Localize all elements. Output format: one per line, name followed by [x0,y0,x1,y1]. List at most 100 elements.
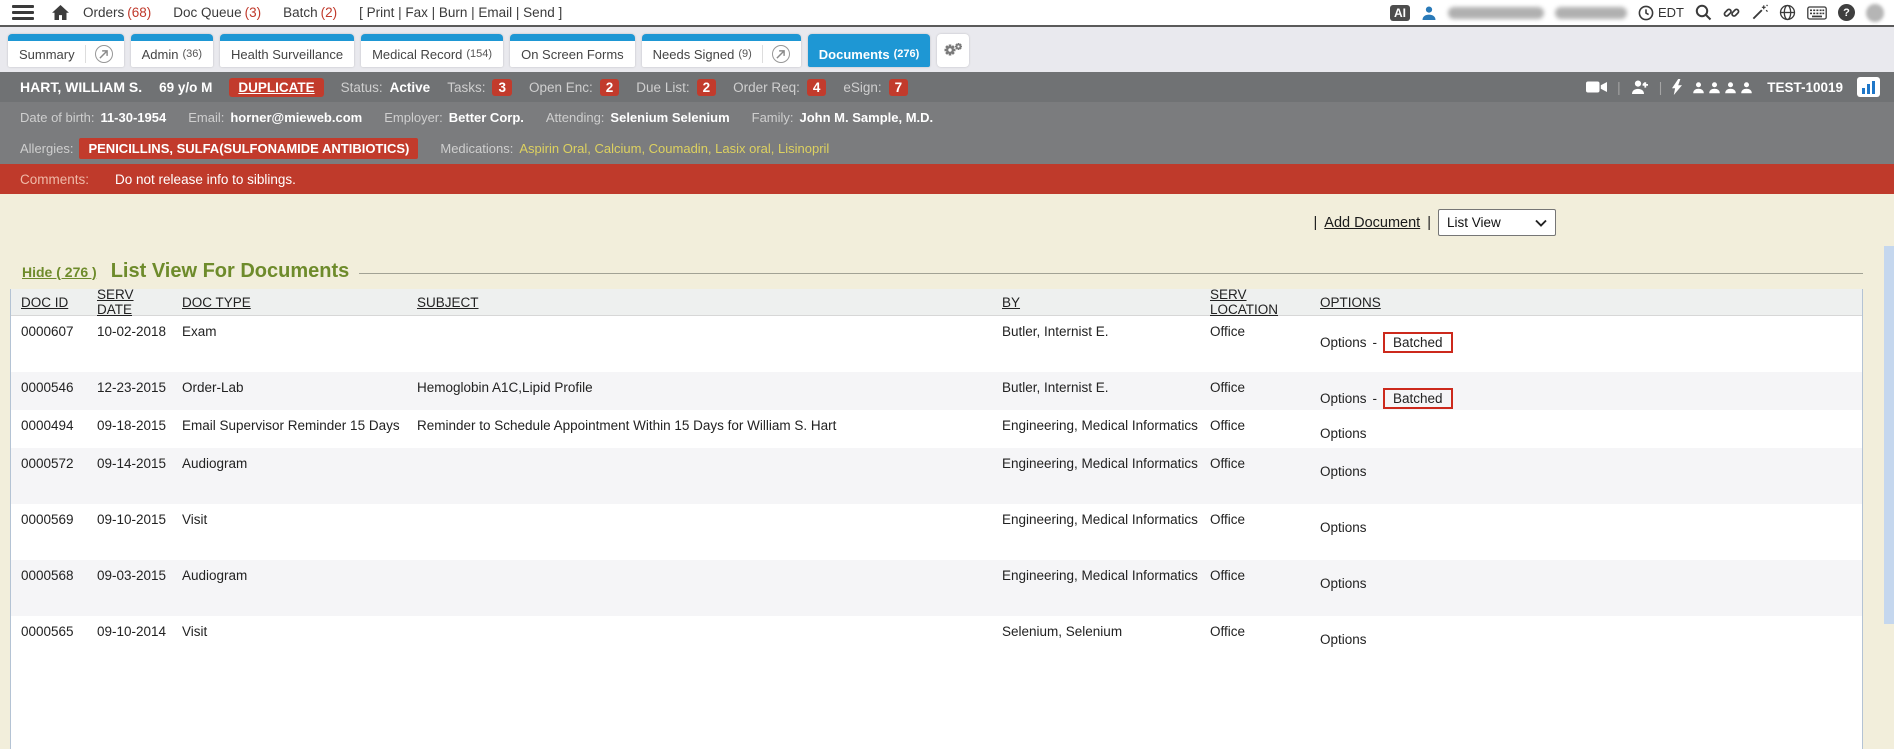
by-cell: Selenium, Selenium [996,616,1204,749]
options-cell: Options [1314,504,1862,560]
col-doc-type[interactable]: DOC TYPE [176,295,411,310]
list-heading: Hide ( 276 ) List View For Documents [22,260,1863,283]
serv-date-cell: 09-10-2014 [91,616,176,749]
demographics-row: Date of birth:11-30-1954 Email:horner@mi… [0,102,1894,133]
serv-date-cell: 09-03-2015 [91,560,176,616]
serv-date-cell: 12-23-2015 [91,372,176,410]
tab-health-surveillance[interactable]: Health Surveillance [220,34,354,67]
search-icon[interactable] [1695,4,1712,21]
doc-id-cell[interactable]: 0000572 [11,448,91,504]
popout-icon[interactable] [95,45,113,63]
esign-count-badge[interactable]: 7 [889,79,909,96]
add-person-icon[interactable] [1631,79,1649,95]
options-link[interactable]: Options [1320,464,1367,479]
col-options[interactable]: OPTIONS [1314,295,1862,310]
tab-summary[interactable]: Summary [8,34,124,67]
ai-badge[interactable]: AI [1390,5,1410,21]
globe-icon[interactable] [1779,4,1796,21]
allergies-row: Allergies: PENICILLINS, SULFA(SULFONAMID… [0,133,1894,164]
lightning-icon[interactable] [1672,79,1682,95]
duplicate-badge[interactable]: DUPLICATE [229,78,323,97]
doc-id-cell[interactable]: 0000546 [11,372,91,410]
doc-id-cell[interactable]: 0000568 [11,560,91,616]
add-document-link[interactable]: Add Document [1324,215,1420,231]
doc-id-cell[interactable]: 0000607 [11,316,91,372]
table-header: DOC ID SERV DATE DOC TYPE SUBJECT BY SER… [11,289,1862,316]
subject-cell [411,316,996,372]
doc-id-cell[interactable]: 0000569 [11,504,91,560]
print-fax-burn-email-send-actions[interactable]: [ Print | Fax | Burn | Email | Send ] [359,5,562,20]
col-by[interactable]: BY [996,295,1204,310]
hamburger-menu-icon[interactable] [12,5,34,20]
keyboard-icon[interactable] [1807,6,1827,20]
timezone-clock[interactable]: EDT [1638,5,1684,21]
table-row: 0000546 12-23-2015 Order-Lab Hemoglobin … [11,372,1862,410]
batched-badge: Batched [1383,332,1453,353]
documents-table: DOC ID SERV DATE DOC TYPE SUBJECT BY SER… [10,289,1863,749]
doc-type-cell: Visit [176,504,411,560]
tab-medical-record[interactable]: Medical Record (154) [361,34,503,67]
menu-doc-queue[interactable]: Doc Queue(3) [173,5,261,20]
tab-settings-button[interactable] [937,34,969,67]
options-cell: Options - Batched [1314,372,1862,410]
comments-text: Do not release info to siblings. [115,172,296,187]
user-icon[interactable] [1421,5,1437,21]
field-employer: Employer:Better Corp. [384,110,524,125]
allergies-badge[interactable]: PENICILLINS, SULFA(SULFONAMIDE ANTIBIOTI… [79,138,418,159]
by-cell: Butler, Internist E. [996,372,1204,410]
field-dob: Date of birth:11-30-1954 [20,110,166,125]
field-attending: Attending:Selenium Selenium [546,110,730,125]
col-subject[interactable]: SUBJECT [411,295,996,310]
medications-links[interactable]: Aspirin Oral, Calcium, Coumadin, Lasix o… [519,141,829,156]
field-email: Email:horner@mieweb.com [188,110,362,125]
tab-needs-signed[interactable]: Needs Signed (9) [642,34,801,67]
wand-icon[interactable] [1751,4,1768,21]
options-link[interactable]: Options [1320,520,1367,535]
subject-cell: Reminder to Schedule Appointment Within … [411,410,996,448]
doc-type-cell: Audiogram [176,560,411,616]
col-serv-location[interactable]: SERV LOCATION [1204,289,1314,317]
patient-age-sex: 69 y/o M [159,80,212,95]
tasks-count-badge[interactable]: 3 [492,79,512,96]
col-serv-date[interactable]: SERV DATE [91,289,176,317]
serv-date-cell: 09-14-2015 [91,448,176,504]
due-list-count-badge[interactable]: 2 [697,79,717,96]
documents-panel: | Add Document | List View Hide ( 276 ) … [0,194,1894,749]
encounter-people-icons[interactable] [1692,81,1753,94]
menu-orders[interactable]: Orders(68) [83,5,151,20]
serv-location-cell: Office [1204,316,1314,372]
help-icon[interactable]: ? [1838,4,1855,21]
tab-documents[interactable]: Documents (276) [808,34,930,67]
stat-open-enc: Open Enc: 2 [529,79,619,96]
options-link[interactable]: Options [1320,335,1367,350]
chart-stats-icon[interactable] [1857,77,1880,97]
clock-icon [1638,5,1654,21]
options-cell: Options [1314,410,1862,448]
patient-banner: HART, WILLIAM S. 69 y/o M DUPLICATE Stat… [0,72,1894,102]
options-link[interactable]: Options [1320,576,1367,591]
col-doc-id[interactable]: DOC ID [11,295,91,310]
doc-id-cell[interactable]: 0000494 [11,410,91,448]
popout-icon[interactable] [772,45,790,63]
patient-name[interactable]: HART, WILLIAM S. [20,79,142,95]
view-select[interactable]: List View [1438,209,1556,236]
redacted-avatar [1866,4,1884,22]
page-title: List View For Documents [111,260,350,283]
options-link[interactable]: Options [1320,632,1367,647]
link-icon[interactable] [1723,4,1740,21]
home-icon[interactable] [52,5,69,20]
doc-type-cell: Audiogram [176,448,411,504]
order-req-count-badge[interactable]: 4 [807,79,827,96]
hide-link[interactable]: Hide ( 276 ) [22,264,97,280]
tab-admin[interactable]: Admin (36) [131,34,213,67]
field-allergies: Allergies: PENICILLINS, SULFA(SULFONAMID… [20,138,418,159]
options-link[interactable]: Options [1320,426,1367,441]
doc-id-cell[interactable]: 0000565 [11,616,91,749]
menu-batch[interactable]: Batch(2) [283,5,337,20]
serv-location-cell: Office [1204,616,1314,749]
scrollbar[interactable] [1884,246,1894,624]
options-link[interactable]: Options [1320,391,1367,406]
open-enc-count-badge[interactable]: 2 [600,79,620,96]
video-camera-icon[interactable] [1586,80,1607,94]
tab-on-screen-forms[interactable]: On Screen Forms [510,34,635,67]
